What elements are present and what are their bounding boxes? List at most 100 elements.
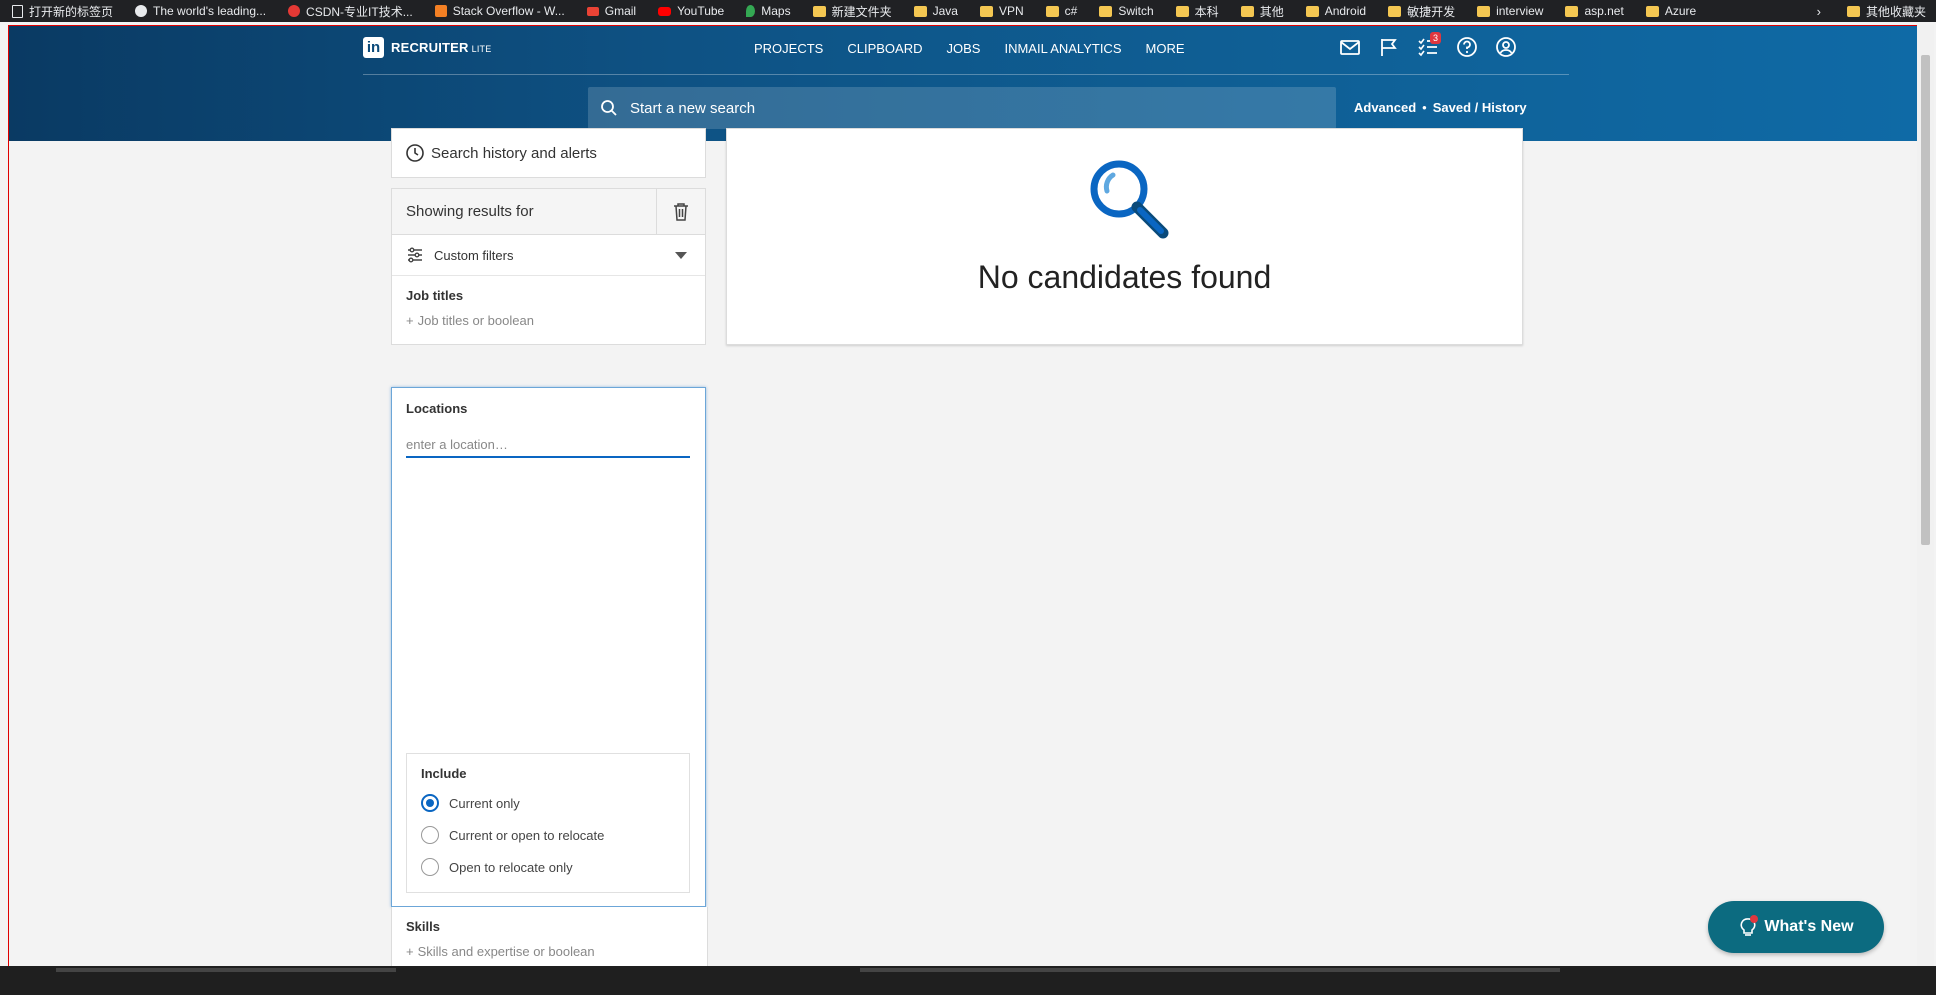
radio-relocate-only[interactable]: Open to relocate only xyxy=(421,858,573,876)
scroll-thumb[interactable] xyxy=(1921,55,1930,545)
plus-icon: + xyxy=(406,313,414,328)
bookmark-folder[interactable]: 本科 xyxy=(1164,0,1229,22)
showing-results-label: Showing results for xyxy=(406,203,534,220)
other-bookmarks-folder[interactable]: 其他收藏夹 xyxy=(1835,0,1936,22)
radio-current-only[interactable]: Current only xyxy=(421,794,520,812)
bookmark-folder[interactable]: VPN xyxy=(968,0,1034,22)
csdn-icon xyxy=(288,5,301,17)
nav-more[interactable]: MORE xyxy=(1146,41,1185,56)
bookmark-folder[interactable]: 其他 xyxy=(1229,0,1294,22)
taskbar-segment xyxy=(860,968,1560,972)
custom-filters-label: Custom filters xyxy=(434,247,514,263)
bookmark-folder[interactable]: c# xyxy=(1034,0,1088,22)
maps-icon xyxy=(746,5,756,17)
advanced-search-link[interactable]: Advanced xyxy=(1354,100,1416,115)
bookmark-item[interactable]: The world's leading... xyxy=(123,0,276,22)
no-candidates-title: No candidates found xyxy=(977,259,1272,295)
folder-icon xyxy=(913,5,927,17)
clock-icon xyxy=(406,144,424,162)
skills-section: Skills + Skills and expertise or boolean xyxy=(391,907,708,972)
search-bar xyxy=(588,87,1336,129)
trash-icon xyxy=(674,202,688,221)
custom-filters-dropdown[interactable]: Custom filters xyxy=(392,235,705,276)
skills-inner: Skills + Skills and expertise or boolean xyxy=(392,907,707,971)
mail-icon[interactable] xyxy=(1339,36,1361,58)
sliders-icon xyxy=(408,247,422,263)
include-options: Include Current only Current or open to … xyxy=(406,753,690,893)
taskbar-segment xyxy=(56,968,396,972)
locations-panel: Locations Include Current only Current o… xyxy=(391,387,706,907)
bookmark-folder[interactable]: 新建文件夹 xyxy=(801,0,902,22)
search-links: Advanced • Saved / History xyxy=(1354,100,1527,115)
nav-icons: 3 xyxy=(1339,32,1517,58)
folder-icon xyxy=(979,5,993,17)
bookmark-item[interactable]: Gmail xyxy=(575,0,646,22)
add-job-title-link[interactable]: + Job titles or boolean xyxy=(406,313,691,328)
bookmark-folder[interactable]: Azure xyxy=(1634,0,1706,22)
folder-icon xyxy=(1175,5,1189,17)
job-titles-title: Job titles xyxy=(406,288,464,303)
bookmark-item[interactable]: CSDN-专业IT技术... xyxy=(276,0,423,22)
magnifier-icon xyxy=(1090,160,1169,239)
youtube-icon xyxy=(658,6,672,16)
folder-icon xyxy=(1477,5,1491,17)
nav-jobs[interactable]: JOBS xyxy=(946,41,980,56)
header-bar: in RECRUITER LITE PROJECTS CLIPBOARD JOBS… xyxy=(9,26,1924,141)
flag-icon[interactable] xyxy=(1378,36,1400,58)
bookmarks-bar: 打开新的标签页 The world's leading... CSDN-专业IT… xyxy=(0,0,1936,22)
radio-unselected[interactable] xyxy=(421,826,439,844)
bookmark-folder[interactable]: interview xyxy=(1465,0,1553,22)
radio-unselected[interactable] xyxy=(421,858,439,876)
bookmarks-overflow: › 其他收藏夹 xyxy=(1802,0,1936,22)
page-frame: in RECRUITER LITE PROJECTS CLIPBOARD JOBS… xyxy=(8,25,1925,973)
bookmark-item[interactable]: 打开新的标签页 xyxy=(0,0,123,22)
folder-icon xyxy=(812,5,826,17)
include-title: Include xyxy=(421,766,467,781)
radio-selected[interactable] xyxy=(421,794,439,812)
saved-history-link[interactable]: Saved / History xyxy=(1433,100,1527,115)
search-history-label: Search history and alerts xyxy=(431,144,597,162)
bookmark-folder[interactable]: 敏捷开发 xyxy=(1376,0,1465,22)
radio-current-or-relocate[interactable]: Current or open to relocate xyxy=(421,826,604,844)
bookmark-item[interactable]: Maps xyxy=(734,0,800,22)
nav-inmail-analytics[interactable]: INMAIL ANALYTICS xyxy=(1004,41,1121,56)
bookmark-folder[interactable]: Android xyxy=(1294,0,1376,22)
location-input[interactable] xyxy=(406,432,690,458)
bookmark-folder[interactable]: Java xyxy=(902,0,968,22)
whats-new-label: What's New xyxy=(1764,918,1854,935)
bookmark-item[interactable]: Stack Overflow - W... xyxy=(423,0,575,22)
github-icon xyxy=(135,5,148,17)
bookmark-folder[interactable]: Switch xyxy=(1087,0,1163,22)
skills-title: Skills xyxy=(406,919,440,934)
search-history-button[interactable]: Search history and alerts xyxy=(391,128,706,178)
folder-icon xyxy=(1099,5,1113,17)
recruiter-logo[interactable]: in RECRUITER LITE xyxy=(363,37,491,58)
plus-icon: + xyxy=(406,944,414,959)
profile-icon[interactable] xyxy=(1495,36,1517,58)
link-separator: • xyxy=(1422,100,1427,115)
no-results-card: No candidates found xyxy=(726,128,1523,345)
folder-icon xyxy=(1240,5,1254,17)
header-divider xyxy=(363,74,1569,75)
search-input[interactable] xyxy=(628,98,1232,118)
tasks-badge: 3 xyxy=(1430,32,1442,44)
nav-projects[interactable]: PROJECTS xyxy=(754,41,823,56)
chevron-down-icon xyxy=(675,251,687,259)
bookmark-item[interactable]: YouTube xyxy=(646,0,734,22)
help-icon[interactable] xyxy=(1456,36,1478,58)
page-scrollbar[interactable] xyxy=(1917,25,1934,973)
whats-new-button[interactable]: What's New xyxy=(1708,901,1884,953)
results-filter-card: Showing results for Custom filters Job t… xyxy=(391,188,706,345)
tasks-icon[interactable]: 3 xyxy=(1417,32,1442,58)
nav-clipboard[interactable]: CLIPBOARD xyxy=(847,41,922,56)
showing-results-row: Showing results for xyxy=(392,189,705,235)
filters-sidebar: Search history and alerts Showing result… xyxy=(391,128,706,345)
folder-icon xyxy=(1388,5,1402,17)
clear-filters-button[interactable] xyxy=(656,189,705,234)
chevron-right-icon[interactable]: › xyxy=(1803,4,1835,19)
add-skill-link[interactable]: + Skills and expertise or boolean xyxy=(406,944,693,959)
bookmark-folder[interactable]: asp.net xyxy=(1553,0,1633,22)
folder-icon xyxy=(1565,5,1579,17)
folder-icon xyxy=(1045,5,1059,17)
locations-title: Locations xyxy=(406,401,468,416)
